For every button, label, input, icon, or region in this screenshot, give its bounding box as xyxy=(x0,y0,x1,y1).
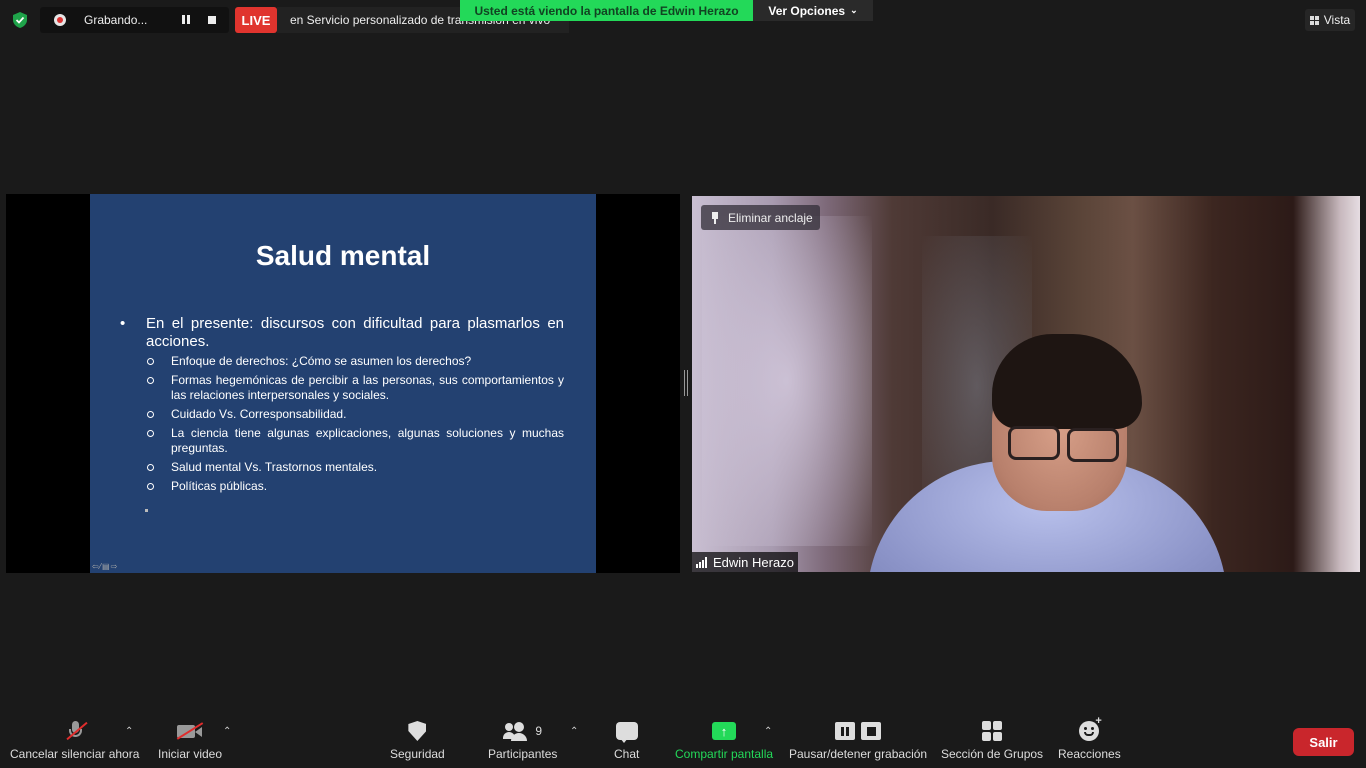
share-screen-arrow-icon: ↑ xyxy=(712,722,737,740)
slide-title: Salud mental xyxy=(255,240,431,271)
slide-sub-item: Políticas públicas. xyxy=(144,479,564,494)
recording-dot-icon xyxy=(54,14,66,26)
slide-sub-item: Salud mental Vs. Trastornos mentales. xyxy=(144,460,564,475)
share-screen-label: Compartir pantalla xyxy=(675,747,774,761)
video-options-caret-icon[interactable]: ⌃ xyxy=(223,726,231,737)
slide-sub-item: Formas hegemónicas de percibir a las per… xyxy=(144,373,564,403)
view-options-label: Ver Opciones xyxy=(768,3,846,18)
live-badge[interactable]: LIVE xyxy=(235,7,277,33)
start-video-label: Iniciar video xyxy=(158,747,223,761)
pause-stop-recording-label: Pausar/detener grabación xyxy=(789,747,928,761)
participants-options-caret-icon[interactable]: ⌃ xyxy=(570,726,578,737)
pause-recording-icon[interactable] xyxy=(182,15,192,25)
slide-bullet: • En el presente: discursos con dificult… xyxy=(120,315,564,351)
breakout-rooms-button[interactable]: Sección de Grupos xyxy=(941,718,1043,764)
panel-resize-handle[interactable] xyxy=(684,370,688,396)
breakout-rooms-label: Sección de Grupos xyxy=(941,747,1044,761)
circle-bullet-icon xyxy=(147,483,154,490)
zoom-meeting-window: Grabando... LIVE en Servicio personaliza… xyxy=(0,0,1366,768)
pin-icon xyxy=(710,211,720,224)
pause-stop-recording-icon xyxy=(835,722,882,740)
view-button[interactable]: Vista xyxy=(1305,9,1355,31)
chat-label: Chat xyxy=(614,747,640,761)
recording-indicator: Grabando... xyxy=(40,7,229,33)
reactions-button[interactable]: + Reacciones xyxy=(1058,715,1121,764)
background-blur xyxy=(702,216,872,546)
slide-sub-item: Enfoque de derechos: ¿Cómo se asumen los… xyxy=(144,354,564,369)
view-label: Vista xyxy=(1323,13,1351,27)
circle-bullet-icon xyxy=(147,377,154,384)
signal-strength-icon xyxy=(696,556,707,568)
recording-label: Grabando... xyxy=(84,13,148,27)
participants-count: 9 xyxy=(535,724,543,738)
circle-bullet-icon xyxy=(147,464,154,471)
circle-bullet-icon xyxy=(147,411,154,418)
mouse-cursor-icon xyxy=(145,509,148,512)
participants-label: Participantes xyxy=(488,747,558,761)
muted-microphone-icon xyxy=(66,721,88,741)
breakout-rooms-icon xyxy=(982,721,1003,741)
chat-bubble-icon xyxy=(615,722,638,743)
chevron-down-icon: ⌄ xyxy=(850,5,858,15)
slide-sub-item: Cuidado Vs. Corresponsabilidad. xyxy=(144,407,564,422)
pause-stop-recording-button[interactable]: Pausar/detener grabación xyxy=(789,718,927,764)
grid-view-icon xyxy=(1309,15,1319,25)
slide-sub-item: La ciencia tiene algunas explicaciones, … xyxy=(144,426,564,456)
circle-bullet-icon xyxy=(147,430,154,437)
audio-options-caret-icon[interactable]: ⌃ xyxy=(125,726,133,737)
unpin-label: Eliminar anclaje xyxy=(728,210,813,225)
slide-bullet-text: En el presente: discursos con dificultad… xyxy=(146,315,564,350)
share-options-caret-icon[interactable]: ⌃ xyxy=(764,726,772,737)
slide-navigation-controls[interactable]: ⇦⁄▤⇨ xyxy=(92,562,118,571)
unmute-button[interactable]: Cancelar silenciar ahora xyxy=(10,718,139,764)
participant-video[interactable] xyxy=(692,196,1360,572)
glasses-icon xyxy=(1008,426,1060,460)
smiley-plus-icon: + xyxy=(1079,715,1102,741)
glasses-icon xyxy=(1067,428,1119,462)
stop-recording-icon[interactable] xyxy=(208,16,216,24)
participants-button[interactable]: 9 Participantes xyxy=(488,718,557,764)
reactions-label: Reacciones xyxy=(1058,747,1121,761)
participants-icon xyxy=(503,722,529,741)
share-screen-button[interactable]: ↑ Compartir pantalla xyxy=(675,718,773,764)
view-options-button[interactable]: Ver Opciones ⌄ xyxy=(753,0,873,21)
shared-screen-panel[interactable]: Salud mental • En el presente: discursos… xyxy=(6,194,680,573)
person-hair xyxy=(992,334,1142,429)
bullet-dot-icon: • xyxy=(120,315,126,332)
presentation-slide: Salud mental • En el presente: discursos… xyxy=(90,194,596,573)
circle-bullet-icon xyxy=(147,358,154,365)
shield-icon xyxy=(408,721,427,741)
start-video-button[interactable]: Iniciar video xyxy=(158,718,222,764)
security-label: Seguridad xyxy=(390,747,445,761)
chat-button[interactable]: Chat xyxy=(614,718,639,764)
leave-button[interactable]: Salir xyxy=(1293,728,1354,756)
security-button[interactable]: Seguridad xyxy=(390,718,445,764)
encryption-shield-icon[interactable] xyxy=(11,11,29,29)
viewing-screen-banner: Usted está viendo la pantalla de Edwin H… xyxy=(460,0,753,21)
participant-name: Edwin Herazo xyxy=(713,554,794,570)
unpin-button[interactable]: Eliminar anclaje xyxy=(701,205,820,230)
slide-sub-list: Enfoque de derechos: ¿Cómo se asumen los… xyxy=(144,354,564,498)
participant-name-tag: Edwin Herazo xyxy=(692,552,798,572)
unmute-label: Cancelar silenciar ahora xyxy=(10,747,140,761)
video-off-icon xyxy=(176,722,204,740)
